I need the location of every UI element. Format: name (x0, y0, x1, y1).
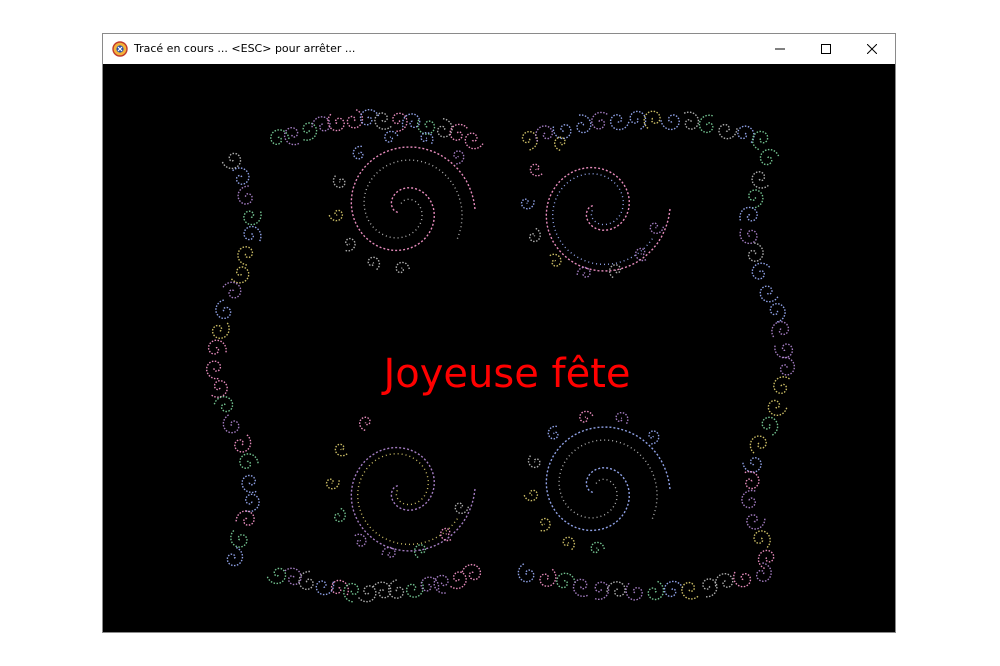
title-bar[interactable]: Tracé en cours ... <ESC> pour arrêter ..… (103, 34, 895, 64)
app-window: Tracé en cours ... <ESC> pour arrêter ..… (102, 33, 896, 633)
close-button[interactable] (849, 34, 895, 64)
app-logo-icon (112, 41, 128, 57)
close-icon (867, 44, 877, 54)
minimize-button[interactable] (757, 34, 803, 64)
greeting-text: Joyeuse fête (111, 351, 895, 397)
maximize-icon (821, 44, 831, 54)
fractal-drawing (103, 64, 895, 632)
minimize-icon (775, 44, 785, 54)
drawing-canvas[interactable]: Joyeuse fête (103, 64, 895, 632)
maximize-button[interactable] (803, 34, 849, 64)
window-title: Tracé en cours ... <ESC> pour arrêter ..… (134, 42, 355, 56)
